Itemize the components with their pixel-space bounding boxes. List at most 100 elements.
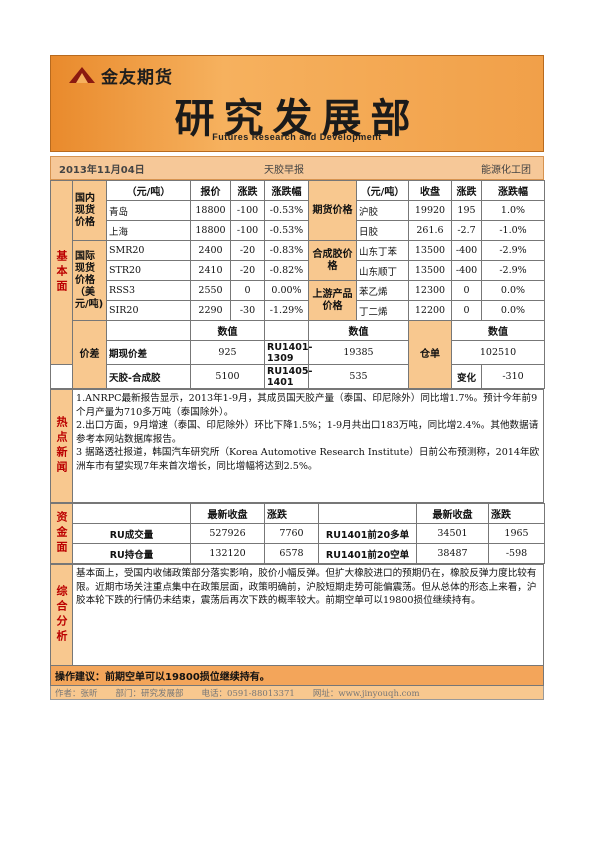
- funds-close: 132120: [190, 543, 265, 564]
- spread-empty: [264, 320, 309, 341]
- table-row: STR20 2410 -20 -0.82% 山东顺丁 13500 -400 -2…: [51, 260, 545, 281]
- table-row: RU成交量 527926 7760 RU1401前20多单 34501 1965: [51, 523, 545, 544]
- synth-name: 山东顺丁: [356, 260, 409, 281]
- col-pct-left: 涨跌幅: [264, 180, 309, 201]
- futures-close: 19920: [408, 200, 452, 221]
- synth-pct: -2.9%: [481, 240, 545, 261]
- funds-name: RU1401前20空单: [318, 543, 417, 564]
- spot-futures-label: 期现价差: [106, 340, 191, 365]
- footer-phone: 电话：0591-88013371: [201, 688, 295, 699]
- spot-pct: -0.83%: [264, 240, 309, 261]
- funds-empty: [72, 503, 191, 524]
- news-table: 热点新闻 1.ANRPC最新报告显示，2013年1-9月，其成员国天胶产量（泰国…: [50, 389, 544, 503]
- table-row: 期现价差 925 RU1401-1309 19385 102510: [51, 340, 545, 365]
- col-change-right: 涨跌: [451, 180, 482, 201]
- footer-site: 网址：www.jinyouqh.com: [312, 688, 420, 699]
- col-latest-close-left: 最新收盘: [190, 503, 265, 524]
- upstream-pct: 0.0%: [481, 280, 545, 301]
- table-row: 青岛 18800 -100 -0.53% 沪胶 19920 195 1.0%: [51, 200, 545, 221]
- table-row: 天胶-合成胶 5100 RU1405-1401 535 变化 -310: [50, 364, 545, 389]
- report-subheader: 2013年11月04日 天胶早报 能源化工团: [50, 156, 544, 180]
- table-row: RSS3 2550 0 0.00% 上游产品价格 苯乙烯 12300 0 0.0…: [51, 280, 545, 321]
- spot-change: -20: [230, 260, 265, 281]
- spot-price: 18800: [190, 220, 231, 241]
- table-row: SIR20 2290 -30 -1.29% 丁二烯 12200 0 0.0%: [51, 300, 545, 321]
- news-body: 1.ANRPC最新报告显示，2013年1-9月，其成员国天胶产量（泰国、印尼除外…: [72, 389, 544, 503]
- futures-name: 沪胶: [356, 200, 409, 221]
- upstream-close: 12300: [408, 280, 452, 301]
- funds-close: 38487: [416, 543, 489, 564]
- synth-change: -400: [451, 240, 482, 261]
- spot-price: 2550: [190, 280, 231, 301]
- spot-pct: -0.53%: [264, 200, 309, 221]
- futures-change: 195: [451, 200, 482, 221]
- basic-table: 基本面 国内现货价格 （元/吨） 报价 涨跌 涨跌幅 期货价格 （元/吨） 收盘…: [50, 180, 545, 389]
- col-price: 报价: [190, 180, 231, 201]
- table-row: 价差 数值 数值 仓单 数值: [51, 320, 545, 389]
- warehouse-value: 102510: [451, 340, 545, 365]
- change-label: 变化: [451, 364, 482, 389]
- funds-change: 7760: [264, 523, 319, 544]
- col-change-left: 涨跌: [264, 503, 319, 524]
- spot-price: 2410: [190, 260, 231, 281]
- footer-dept: 部门：研究发展部: [115, 688, 184, 699]
- spot-change: 0: [230, 280, 265, 301]
- natural-synth-label: 天胶-合成胶: [106, 364, 191, 389]
- spot-pct: 0.00%: [264, 280, 309, 301]
- spot-name: SMR20: [106, 240, 191, 261]
- col-latest-close-right: 最新收盘: [416, 503, 489, 524]
- department-subtitle: Futures Research and Development: [212, 132, 382, 142]
- spot-name: RSS3: [106, 280, 191, 301]
- intl-label: 国际现货价格（美元/吨): [72, 240, 107, 321]
- funds-empty: [318, 503, 417, 524]
- spot-change: -30: [230, 300, 265, 321]
- section-news: 热点新闻: [50, 389, 73, 503]
- spread-empty: [106, 320, 191, 341]
- report-type: 天胶早报: [264, 164, 304, 176]
- spot-name: STR20: [106, 260, 191, 281]
- synth-label: 合成胶价格: [308, 240, 357, 281]
- trading-advice: 操作建议：前期空单可以19800损位继续持有。: [50, 666, 544, 686]
- report-date: 2013年11月04日: [59, 164, 145, 176]
- company-logo: 金友期货: [69, 63, 173, 88]
- section-basic: 基本面: [50, 180, 73, 365]
- spot-change: -100: [230, 200, 265, 221]
- spot-price: 2290: [190, 300, 231, 321]
- report-header: 金友期货 研究发展部 Futures Research and Developm…: [50, 55, 544, 152]
- upstream-pct: 0.0%: [481, 300, 545, 321]
- synth-name: 山东丁苯: [356, 240, 409, 261]
- funds-change: 1965: [488, 523, 545, 544]
- value-header-2: 数值: [308, 320, 409, 341]
- funds-close: 527926: [190, 523, 265, 544]
- futures-change: -2.7: [451, 220, 482, 241]
- spot-pct: -0.82%: [264, 260, 309, 281]
- contract2-value: 535: [308, 364, 409, 389]
- synth-pct: -2.9%: [481, 260, 545, 281]
- col-change-right: 涨跌: [488, 503, 545, 524]
- funds-change: -598: [488, 543, 545, 564]
- spot-change: -100: [230, 220, 265, 241]
- report-team: 能源化工团: [481, 164, 531, 176]
- col-unit-right: （元/吨）: [356, 180, 409, 201]
- funds-name: RU1401前20多单: [318, 523, 417, 544]
- spot-name: SIR20: [106, 300, 191, 321]
- logo-icon: [69, 66, 95, 85]
- change-value: -310: [481, 364, 545, 389]
- upstream-close: 12200: [408, 300, 452, 321]
- company-name: 金友期货: [101, 68, 173, 88]
- spot-pct: -1.29%: [264, 300, 309, 321]
- upstream-change: 0: [451, 300, 482, 321]
- funds-change: 6578: [264, 543, 319, 564]
- spot-name: 青岛: [106, 200, 191, 221]
- synth-close: 13500: [408, 240, 452, 261]
- table-row: 上海 18800 -100 -0.53% 日胶 261.6 -2.7 -1.0%: [51, 220, 545, 241]
- futures-close: 261.6: [408, 220, 452, 241]
- upstream-label: 上游产品价格: [308, 280, 357, 321]
- funds-name: RU成交量: [72, 523, 191, 544]
- natural-synth-value: 5100: [190, 364, 265, 389]
- basic-empty: [50, 364, 73, 389]
- footer-author: 作者：张昕: [55, 688, 98, 699]
- futures-pct: -1.0%: [481, 220, 545, 241]
- col-close: 收盘: [408, 180, 452, 201]
- domestic-label: 国内现货价格: [72, 180, 107, 241]
